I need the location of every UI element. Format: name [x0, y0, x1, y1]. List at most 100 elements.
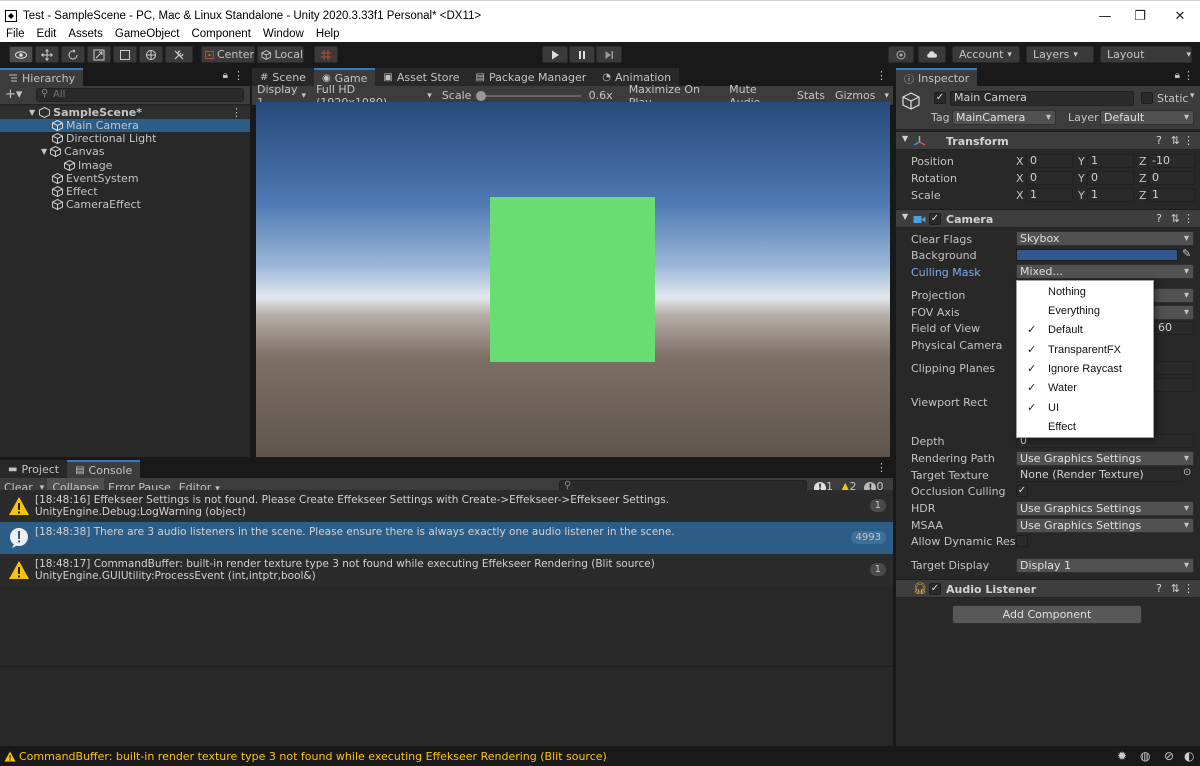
move-tool-button[interactable]: [35, 46, 59, 63]
menu-component[interactable]: Component: [185, 28, 256, 40]
menu-gameobject[interactable]: GameObject: [109, 28, 186, 40]
preset-icon[interactable]: ⇅: [1171, 134, 1180, 147]
transform-header[interactable]: ▼ Transform ? ⇅ ⋮: [896, 131, 1200, 150]
static-dropdown-arrow[interactable]: ▾: [1190, 91, 1195, 101]
menu-item-ui[interactable]: ✓ UI: [1017, 399, 1153, 418]
menu-item-water[interactable]: ✓ Water: [1017, 379, 1153, 398]
pivot-center-button[interactable]: Center: [201, 46, 255, 63]
progress-icon[interactable]: ◍: [1140, 749, 1150, 763]
tab-inspector[interactable]: ⓘ Inspector: [896, 68, 978, 86]
lock-icon[interactable]: 🔒︎: [1175, 70, 1180, 81]
menu-item-ignore-raycast[interactable]: ✓ Ignore Raycast: [1017, 360, 1153, 379]
eyedropper-icon[interactable]: ✎: [1182, 247, 1191, 260]
hierarchy-item-image[interactable]: Image: [0, 159, 250, 172]
add-component-button[interactable]: Add Component: [952, 605, 1142, 624]
scale-z-input[interactable]: 1: [1148, 188, 1195, 202]
play-button[interactable]: [542, 46, 568, 63]
kebab-menu-icon[interactable]: ⋮: [1183, 69, 1194, 82]
status-message[interactable]: CommandBuffer: built-in render texture t…: [19, 750, 607, 763]
tag-dropdown[interactable]: MainCamera: [952, 110, 1056, 125]
help-icon[interactable]: ?: [1156, 134, 1162, 147]
hdr-dropdown[interactable]: Use Graphics Settings: [1016, 501, 1194, 516]
msaa-dropdown[interactable]: Use Graphics Settings: [1016, 518, 1194, 533]
foldout-arrow-icon[interactable]: ▼: [902, 212, 908, 221]
clipping-far-input[interactable]: [1154, 378, 1194, 392]
add-object-button[interactable]: +▾: [5, 87, 22, 102]
tab-project[interactable]: ▬ Project: [0, 460, 68, 478]
rotation-z-input[interactable]: 0: [1148, 171, 1195, 185]
tab-console[interactable]: ▤ Console: [67, 460, 141, 478]
hierarchy-item-main-camera[interactable]: Main Camera: [0, 119, 250, 132]
menu-window[interactable]: Window: [257, 28, 310, 40]
layers-dropdown[interactable]: Layers: [1026, 46, 1094, 63]
menu-item-transparentfx[interactable]: ✓ TransparentFX: [1017, 341, 1153, 360]
tab-package-manager[interactable]: ▤ Package Manager: [467, 68, 595, 86]
preset-icon[interactable]: ⇅: [1171, 582, 1180, 595]
account-dropdown[interactable]: Account: [952, 46, 1020, 63]
rotation-y-input[interactable]: 0: [1087, 171, 1134, 185]
hierarchy-item-canvas[interactable]: ▼ Canvas: [0, 145, 250, 158]
object-name-input[interactable]: Main Camera: [950, 91, 1134, 106]
preset-icon[interactable]: ⇅: [1171, 212, 1180, 225]
menu-item-everything[interactable]: Everything: [1017, 302, 1153, 321]
hierarchy-search-input[interactable]: All: [36, 88, 244, 102]
game-viewport[interactable]: [256, 102, 890, 457]
scale-y-input[interactable]: 1: [1087, 188, 1134, 202]
layout-dropdown[interactable]: Layout: [1100, 46, 1192, 63]
position-x-input[interactable]: 0: [1026, 154, 1073, 168]
allow-dynamic-resolution-checkbox[interactable]: [1016, 535, 1028, 547]
gizmos-dropdown-arrow[interactable]: ▾: [880, 91, 893, 101]
background-color-field[interactable]: [1016, 249, 1178, 261]
hierarchy-item-eventsystem[interactable]: EventSystem: [0, 172, 250, 185]
lighting-icon[interactable]: ◐: [1184, 749, 1194, 763]
collab-button[interactable]: [888, 46, 914, 63]
cloud-button[interactable]: [918, 46, 946, 63]
scene-row[interactable]: ▼ SampleScene* ⋮: [0, 106, 250, 119]
hierarchy-item-cameraeffect[interactable]: CameraEffect: [0, 198, 250, 211]
menu-assets[interactable]: Assets: [62, 28, 109, 40]
component-kebab-icon[interactable]: ⋮: [1183, 582, 1194, 595]
rotate-tool-button[interactable]: [61, 46, 85, 63]
rendering-path-dropdown[interactable]: Use Graphics Settings: [1016, 451, 1194, 466]
grid-snap-button[interactable]: [314, 46, 338, 63]
target-texture-field[interactable]: None (Render Texture): [1016, 468, 1182, 482]
help-icon[interactable]: ?: [1156, 582, 1162, 595]
hierarchy-item-directional-light[interactable]: Directional Light: [0, 132, 250, 145]
console-row[interactable]: [18:48:16] Effekseer Settings is not fou…: [0, 490, 893, 522]
scale-x-input[interactable]: 1: [1026, 188, 1073, 202]
tab-hierarchy[interactable]: Hierarchy: [0, 68, 84, 86]
kebab-menu-icon[interactable]: ⋮: [233, 69, 244, 82]
menu-file[interactable]: File: [0, 28, 31, 40]
console-row-selected[interactable]: [18:48:38] There are 3 audio listeners i…: [0, 522, 893, 554]
menu-item-effect[interactable]: Effect: [1017, 418, 1153, 437]
step-button[interactable]: [596, 46, 622, 63]
object-picker-icon[interactable]: ⊙: [1183, 467, 1191, 478]
menu-edit[interactable]: Edit: [31, 28, 63, 40]
kebab-menu-icon[interactable]: ⋮: [876, 461, 887, 474]
clear-flags-dropdown[interactable]: Skybox: [1016, 231, 1194, 246]
layer-dropdown[interactable]: Default: [1100, 110, 1194, 125]
bug-icon[interactable]: ✹: [1117, 749, 1127, 763]
cache-icon[interactable]: ⊘: [1164, 749, 1174, 763]
stats-toggle[interactable]: Stats: [792, 89, 830, 102]
occlusion-culling-checkbox[interactable]: ✓: [1016, 485, 1028, 497]
console-row[interactable]: [18:48:17] CommandBuffer: built-in rende…: [0, 554, 893, 586]
scale-slider[interactable]: [476, 90, 583, 102]
hierarchy-item-effect[interactable]: Effect: [0, 185, 250, 198]
audio-listener-header[interactable]: 🎧︎ ✓ Audio Listener ? ⇅ ⋮: [896, 579, 1200, 598]
culling-mask-dropdown[interactable]: Mixed...: [1016, 264, 1194, 279]
help-icon[interactable]: ?: [1156, 212, 1162, 225]
audio-listener-enabled-checkbox[interactable]: ✓: [929, 583, 941, 595]
camera-enabled-checkbox[interactable]: ✓: [929, 213, 941, 225]
expand-arrow-icon[interactable]: ▼: [41, 147, 47, 156]
target-display-dropdown[interactable]: Display 1: [1016, 558, 1194, 573]
transform-tool-button[interactable]: [139, 46, 163, 63]
pause-button[interactable]: [569, 46, 595, 63]
foldout-arrow-icon[interactable]: ▼: [902, 134, 908, 143]
pivot-local-button[interactable]: Local: [257, 46, 304, 63]
kebab-menu-icon[interactable]: ⋮: [876, 69, 887, 82]
expand-arrow-icon[interactable]: ▼: [29, 108, 35, 117]
position-z-input[interactable]: -10: [1148, 154, 1195, 168]
object-active-checkbox[interactable]: ✓: [934, 92, 946, 104]
gizmos-toggle[interactable]: Gizmos: [830, 89, 881, 102]
